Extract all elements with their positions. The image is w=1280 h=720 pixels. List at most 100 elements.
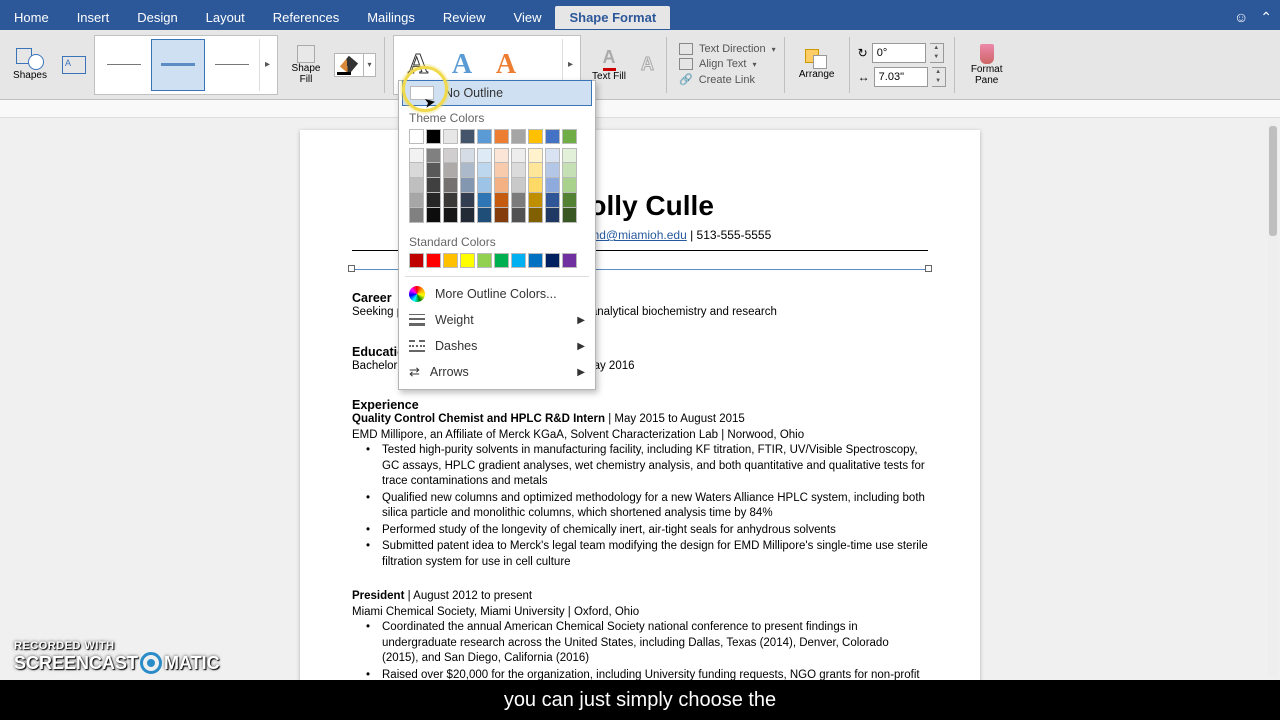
color-swatch[interactable] [409, 163, 424, 178]
color-swatch[interactable] [426, 129, 441, 144]
color-swatch[interactable] [460, 253, 475, 268]
rotation-input[interactable] [872, 43, 926, 63]
color-swatch[interactable] [477, 148, 492, 163]
color-swatch[interactable] [528, 178, 543, 193]
tab-view[interactable]: View [500, 6, 556, 29]
shape-outline-button[interactable]: ▾ [334, 53, 376, 77]
shape-style-1[interactable] [97, 39, 151, 91]
color-swatch[interactable] [426, 208, 441, 223]
color-swatch[interactable] [528, 148, 543, 163]
vertical-scrollbar[interactable] [1268, 122, 1278, 676]
color-swatch[interactable] [443, 253, 458, 268]
color-swatch[interactable] [545, 208, 560, 223]
color-swatch[interactable] [545, 178, 560, 193]
color-swatch[interactable] [545, 193, 560, 208]
color-swatch[interactable] [494, 163, 509, 178]
format-pane-button[interactable]: Format Pane [963, 35, 1011, 95]
weight-item[interactable]: Weight▶ [399, 307, 595, 333]
color-swatch[interactable] [460, 193, 475, 208]
color-swatch[interactable] [460, 129, 475, 144]
create-link-button[interactable]: 🔗Create Link [679, 73, 776, 86]
color-swatch[interactable] [494, 148, 509, 163]
color-swatch[interactable] [477, 163, 492, 178]
color-swatch[interactable] [409, 193, 424, 208]
shape-style-2[interactable] [151, 39, 205, 91]
color-swatch[interactable] [562, 148, 577, 163]
color-swatch[interactable] [409, 253, 424, 268]
document-area[interactable]: Molly Culle io 45208 | cullemd@miamioh.e… [0, 118, 1280, 680]
color-swatch[interactable] [409, 208, 424, 223]
color-swatch[interactable] [477, 178, 492, 193]
color-swatch[interactable] [443, 178, 458, 193]
color-swatch[interactable] [528, 129, 543, 144]
color-swatch[interactable] [545, 148, 560, 163]
color-swatch[interactable] [460, 178, 475, 193]
color-swatch[interactable] [562, 163, 577, 178]
color-swatch[interactable] [443, 193, 458, 208]
collapse-ribbon-icon[interactable]: ⌃ [1260, 9, 1272, 26]
color-swatch[interactable] [443, 208, 458, 223]
align-text-button[interactable]: Align Text▾ [679, 58, 776, 70]
more-outline-colors-item[interactable]: More Outline Colors... [399, 281, 595, 307]
arrange-button[interactable]: Arrange [793, 35, 841, 95]
color-swatch[interactable] [443, 148, 458, 163]
wordart-style-3[interactable]: A [484, 49, 528, 81]
rotation-spinner[interactable]: ▲▼ [930, 43, 944, 63]
color-swatch[interactable] [460, 148, 475, 163]
tab-layout[interactable]: Layout [192, 6, 259, 29]
tab-insert[interactable]: Insert [63, 6, 124, 29]
tab-review[interactable]: Review [429, 6, 500, 29]
text-outline-button[interactable]: A [637, 54, 658, 75]
shape-outline-dropdown-arrow[interactable]: ▾ [364, 53, 376, 77]
tab-shape-format[interactable]: Shape Format [555, 6, 670, 29]
color-swatch[interactable] [426, 148, 441, 163]
color-swatch[interactable] [477, 208, 492, 223]
shape-style-3[interactable] [205, 39, 259, 91]
tab-references[interactable]: References [259, 6, 353, 29]
color-swatch[interactable] [511, 163, 526, 178]
color-swatch[interactable] [528, 163, 543, 178]
color-swatch[interactable] [494, 208, 509, 223]
color-swatch[interactable] [460, 208, 475, 223]
color-swatch[interactable] [477, 193, 492, 208]
textbox-button[interactable]: A [58, 56, 90, 74]
color-swatch[interactable] [562, 208, 577, 223]
scrollbar-thumb[interactable] [1269, 126, 1277, 236]
shape-styles-gallery[interactable]: ▸ [94, 35, 278, 95]
color-swatch[interactable] [511, 178, 526, 193]
color-swatch[interactable] [477, 253, 492, 268]
wordart-style-2[interactable]: A [440, 49, 484, 81]
color-swatch[interactable] [528, 208, 543, 223]
color-swatch[interactable] [494, 193, 509, 208]
gallery-more-icon[interactable]: ▸ [259, 39, 275, 91]
wordart-style-1[interactable]: A [396, 49, 440, 81]
color-swatch[interactable] [443, 163, 458, 178]
width-spinner[interactable]: ▲▼ [932, 67, 946, 87]
color-swatch[interactable] [511, 193, 526, 208]
tab-home[interactable]: Home [0, 6, 63, 29]
color-swatch[interactable] [562, 129, 577, 144]
color-swatch[interactable] [494, 178, 509, 193]
arrows-item[interactable]: ⇄ Arrows▶ [399, 359, 595, 385]
dashes-item[interactable]: Dashes▶ [399, 333, 595, 359]
tab-mailings[interactable]: Mailings [353, 6, 429, 29]
color-swatch[interactable] [511, 253, 526, 268]
color-swatch[interactable] [477, 129, 492, 144]
color-swatch[interactable] [511, 208, 526, 223]
color-swatch[interactable] [494, 253, 509, 268]
color-swatch[interactable] [494, 129, 509, 144]
color-swatch[interactable] [426, 253, 441, 268]
color-swatch[interactable] [562, 178, 577, 193]
width-input[interactable] [874, 67, 928, 87]
color-swatch[interactable] [545, 253, 560, 268]
account-icon[interactable]: ☺ [1234, 9, 1248, 25]
color-swatch[interactable] [562, 253, 577, 268]
color-swatch[interactable] [443, 129, 458, 144]
resize-handle-right[interactable] [925, 265, 932, 272]
color-swatch[interactable] [426, 163, 441, 178]
tab-design[interactable]: Design [123, 6, 191, 29]
shapes-button[interactable]: Shapes [6, 35, 54, 95]
color-swatch[interactable] [528, 253, 543, 268]
color-swatch[interactable] [460, 163, 475, 178]
color-swatch[interactable] [426, 178, 441, 193]
